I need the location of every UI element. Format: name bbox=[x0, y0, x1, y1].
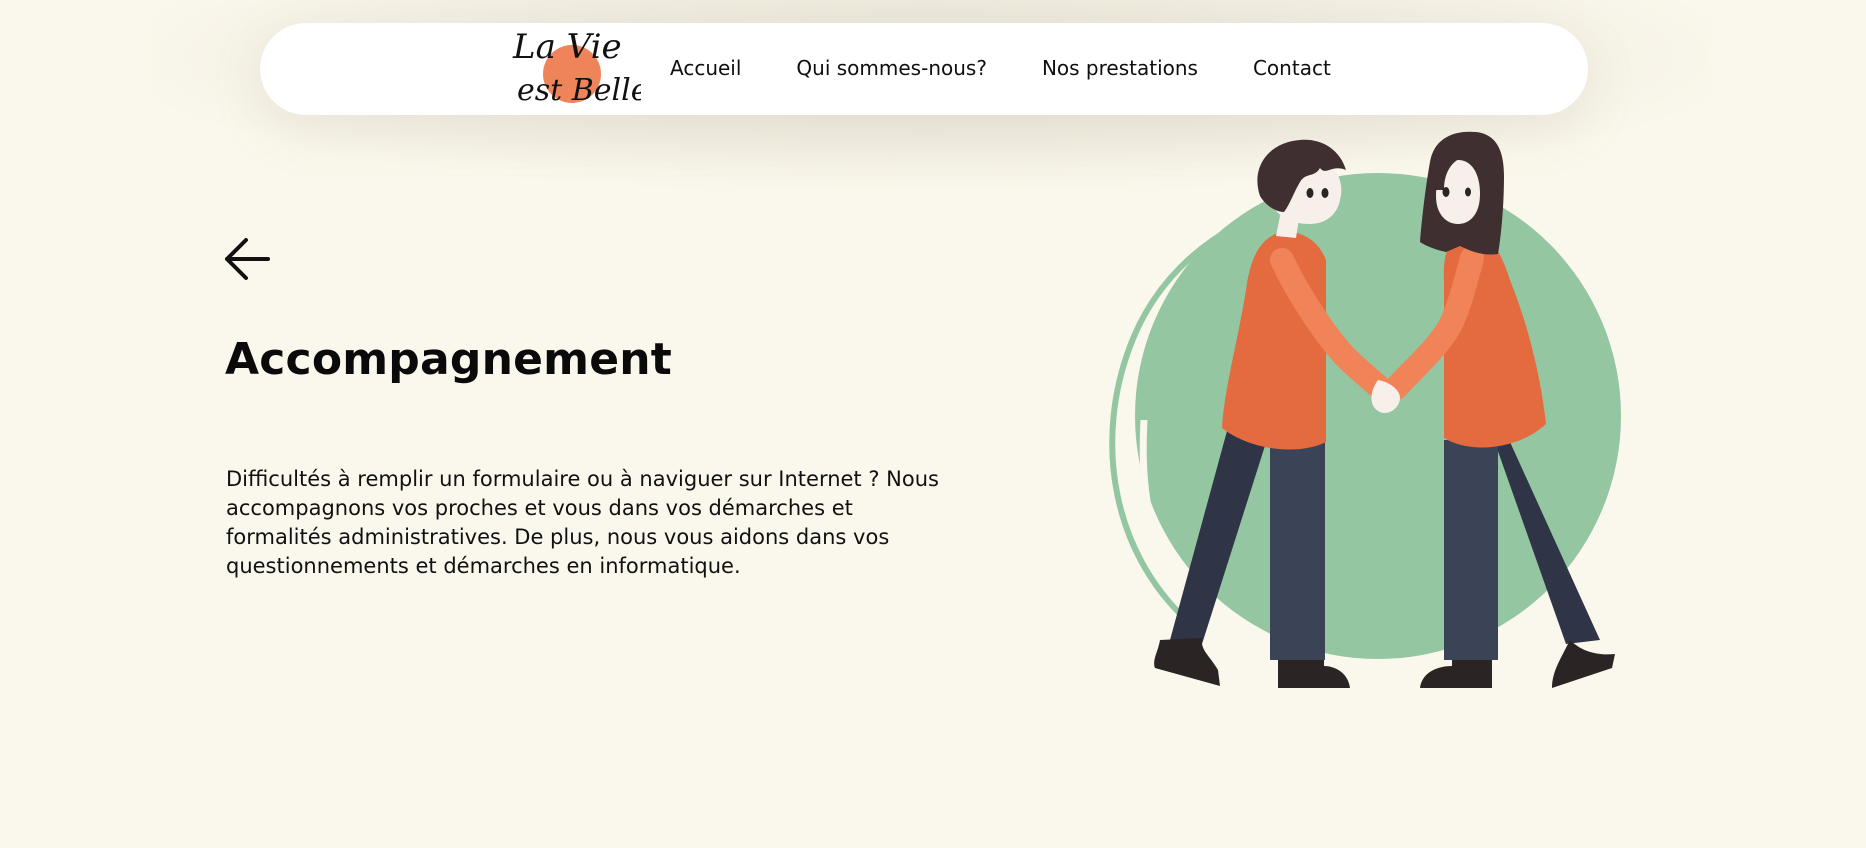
woman-back-shoe bbox=[1552, 640, 1615, 688]
man-eye-left bbox=[1306, 188, 1314, 198]
logo-line2: est Belle bbox=[517, 73, 641, 108]
nav-link-contact[interactable]: Contact bbox=[1253, 56, 1331, 80]
nav-link-nos-prestations[interactable]: Nos prestations bbox=[1042, 56, 1198, 80]
man-front-shoe bbox=[1278, 660, 1350, 688]
page-description: Difficultés à remplir un formulaire ou à… bbox=[226, 467, 939, 578]
couple-holding-hands-illustration bbox=[1109, 131, 1621, 688]
woman-eye-left bbox=[1442, 187, 1450, 197]
woman-front-leg bbox=[1444, 440, 1498, 660]
woman-eye-right bbox=[1465, 187, 1471, 197]
man-front-leg bbox=[1270, 440, 1325, 660]
logo-line1: La Vie bbox=[512, 27, 622, 67]
logo[interactable]: La Vie est Belle bbox=[505, 14, 641, 118]
man-eye-right bbox=[1321, 188, 1329, 198]
woman-front-shoe bbox=[1420, 660, 1492, 688]
arrow-left-icon[interactable] bbox=[222, 236, 272, 282]
nav-link-accueil[interactable]: Accueil bbox=[670, 56, 741, 80]
main-navigation: Accueil Qui sommes-nous? Nos prestations… bbox=[670, 56, 1331, 80]
page-title: Accompagnement bbox=[225, 334, 672, 385]
nav-link-qui-sommes-nous[interactable]: Qui sommes-nous? bbox=[796, 56, 987, 80]
man-back-shoe bbox=[1154, 638, 1220, 686]
